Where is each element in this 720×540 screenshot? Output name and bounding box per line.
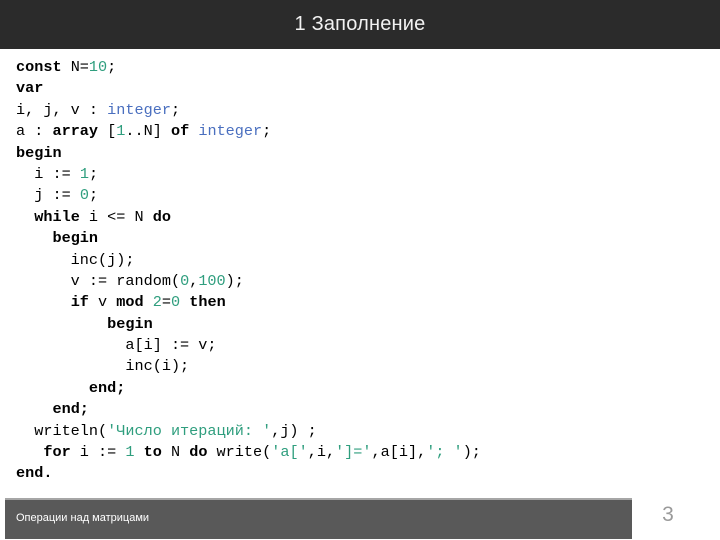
slide: 1 Заполнение const N=10; var i, j, v : int… bbox=[0, 0, 720, 540]
code-line: inc(j); bbox=[16, 250, 706, 271]
code-token-pl: inc(j); bbox=[16, 250, 135, 269]
code-token-num: 100 bbox=[198, 271, 226, 290]
code-token-str: 'a[' bbox=[271, 443, 308, 462]
footer-label: Операции над матрицами bbox=[16, 512, 150, 524]
code-token-kw: end. bbox=[16, 464, 53, 483]
code-token-num: 0 bbox=[170, 293, 181, 312]
code-line: v := random(0,100); bbox=[16, 271, 706, 292]
code-token-kw: of bbox=[170, 122, 190, 141]
page-title: 1 Заполнение bbox=[294, 13, 426, 35]
code-token-kw: var bbox=[16, 79, 44, 98]
code-line: end; bbox=[16, 378, 706, 399]
code-token-pl: ,a[i], bbox=[371, 443, 427, 462]
code-token-kw: do bbox=[189, 443, 208, 462]
code-line: begin bbox=[16, 143, 706, 164]
code-token-pl: = bbox=[161, 293, 171, 312]
slide-header: 1 Заполнение bbox=[0, 0, 720, 49]
code-token-pl: N= bbox=[61, 58, 89, 76]
code-token-pl: ..N] bbox=[125, 122, 171, 141]
code-token-pl: , bbox=[189, 271, 199, 290]
code-line: begin bbox=[16, 228, 706, 249]
code-token-pl: ; bbox=[107, 58, 117, 76]
code-token-num: 1 bbox=[79, 164, 89, 183]
code-token-num: 0 bbox=[79, 186, 89, 205]
code-token-pl: j := bbox=[16, 186, 80, 205]
code-token-pl: v bbox=[88, 293, 117, 312]
code-token-pl: writeln( bbox=[16, 421, 108, 440]
code-token-typ: integer bbox=[107, 100, 171, 119]
code-token-pl: ; bbox=[88, 186, 99, 205]
code-token-kw: const bbox=[16, 58, 62, 76]
code-line: inc(i); bbox=[16, 356, 706, 377]
code-token-pl: ,j) ; bbox=[271, 421, 317, 440]
code-token-pl: ); bbox=[225, 271, 244, 290]
code-token-typ: integer bbox=[198, 122, 263, 141]
page-number: 3 bbox=[662, 503, 674, 526]
code-token-kw: then bbox=[189, 293, 226, 312]
code-token-num: 1 bbox=[125, 443, 135, 462]
code-token-kw: end; bbox=[52, 400, 89, 419]
code-token-kw: for bbox=[43, 443, 71, 462]
code-line: var bbox=[16, 78, 706, 99]
code-line: begin bbox=[16, 314, 706, 335]
code-block: const N=10; var i, j, v : integer; a : arra… bbox=[16, 57, 706, 485]
code-token-pl: v := random( bbox=[16, 271, 181, 290]
code-token-pl: inc(i); bbox=[16, 357, 190, 376]
code-token-pl: ,i, bbox=[307, 443, 336, 462]
code-token-pl: a[i] := v; bbox=[16, 336, 217, 355]
code-token-kw: to bbox=[143, 443, 162, 462]
code-token-kw: mod bbox=[116, 293, 144, 312]
code-token-num: 0 bbox=[180, 271, 190, 290]
code-line: if v mod 2=0 then bbox=[16, 292, 706, 313]
code-token-kw: begin bbox=[16, 143, 62, 162]
code-line: end; bbox=[16, 399, 706, 420]
code-token-pl: ); bbox=[462, 443, 481, 462]
code-token-pl: i := bbox=[16, 164, 80, 183]
code-line: while i <= N do bbox=[16, 207, 706, 228]
code-token-pl: a : bbox=[16, 122, 53, 141]
code-token-str: 'Число итераций: ' bbox=[107, 421, 272, 440]
code-token-pl: ; bbox=[88, 164, 99, 183]
code-token-str: '; ' bbox=[426, 443, 463, 462]
code-token-pl: i, j, v : bbox=[16, 100, 108, 119]
code-line: a : array [1..N] of integer; bbox=[16, 121, 706, 142]
code-token-pl: write( bbox=[207, 443, 272, 462]
code-token-kw: do bbox=[152, 207, 171, 226]
code-token-pl: ; bbox=[170, 100, 181, 119]
code-token-pl: N bbox=[161, 443, 190, 462]
code-line: a[i] := v; bbox=[16, 335, 706, 356]
code-line: writeln('Число итераций: ',j) ; bbox=[16, 421, 706, 442]
code-line: const N=10; bbox=[16, 57, 706, 78]
code-token-str: ']=' bbox=[335, 443, 372, 462]
code-token-pl: ; bbox=[262, 122, 272, 141]
code-token-pl: i := bbox=[70, 443, 126, 462]
code-line: i := 1; bbox=[16, 164, 706, 185]
code-token-kw: begin bbox=[52, 229, 99, 248]
code-token-kw: if bbox=[70, 293, 89, 312]
code-token-pl: [ bbox=[98, 122, 117, 141]
code-token-pl: i <= N bbox=[79, 207, 153, 226]
code-token-kw: end; bbox=[88, 378, 126, 397]
code-token-kw: array bbox=[52, 122, 99, 141]
code-line: j := 0; bbox=[16, 185, 706, 206]
code-line: i, j, v : integer; bbox=[16, 100, 706, 121]
code-line: end. bbox=[16, 463, 706, 484]
code-token-num: 10 bbox=[88, 58, 108, 76]
code-token-kw: while bbox=[34, 207, 80, 226]
footer-bar: Операции над матрицами bbox=[5, 498, 632, 539]
code-token-num: 2 bbox=[152, 293, 162, 312]
code-token-kw: begin bbox=[107, 314, 153, 333]
code-line: for i := 1 to N do write('a[',i,']=',a[i… bbox=[16, 442, 706, 463]
